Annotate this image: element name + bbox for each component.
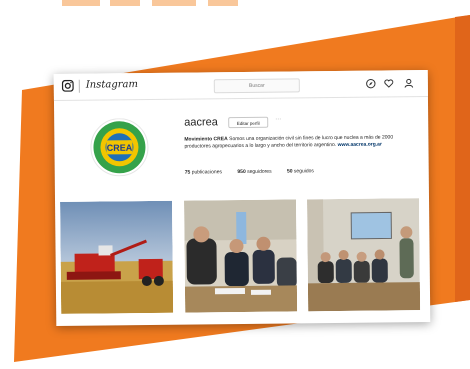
profile-bio: Movimiento CREA Somos una organización c… [184, 134, 416, 150]
person-icon[interactable] [404, 78, 414, 88]
harvester-photo [60, 200, 174, 314]
compass-icon[interactable] [366, 78, 376, 89]
more-options-icon[interactable]: ··· [275, 117, 281, 123]
conference-photo [307, 198, 421, 312]
instagram-top-nav: Instagram [53, 70, 428, 101]
bio-name: Movimiento CREA [184, 136, 228, 143]
stat-posts: 75 publicaciones [184, 169, 223, 176]
instagram-camera-icon[interactable] [61, 79, 74, 92]
edit-profile-button[interactable]: Editar perfil [228, 116, 269, 129]
post-thumbnail-conference[interactable] [307, 198, 421, 312]
post-thumbnail-meeting[interactable] [184, 199, 298, 313]
bio-link[interactable]: www.aacrea.org.ar [338, 142, 382, 148]
heart-icon[interactable] [384, 78, 394, 88]
stat-following[interactable]: 50 seguidos [287, 168, 314, 174]
decorative-dashes [62, 0, 238, 6]
post-thumbnail-harvester[interactable] [60, 200, 174, 314]
profile-username: aacrea [184, 116, 218, 129]
avatar[interactable]: CREA [90, 118, 149, 177]
stat-followers[interactable]: 950 seguidores [237, 169, 271, 175]
instagram-wordmark[interactable]: Instagram [86, 79, 138, 91]
avatar-crea-logo-text: CREA [107, 143, 133, 153]
search-input[interactable] [213, 78, 300, 94]
instagram-profile-window: Instagram CREA aacrea Editar perfil ··· … [53, 70, 431, 326]
profile-stats: 75 publicaciones 950 seguidores 50 segui… [185, 168, 328, 175]
nav-divider [78, 79, 80, 93]
meeting-photo [184, 199, 298, 313]
